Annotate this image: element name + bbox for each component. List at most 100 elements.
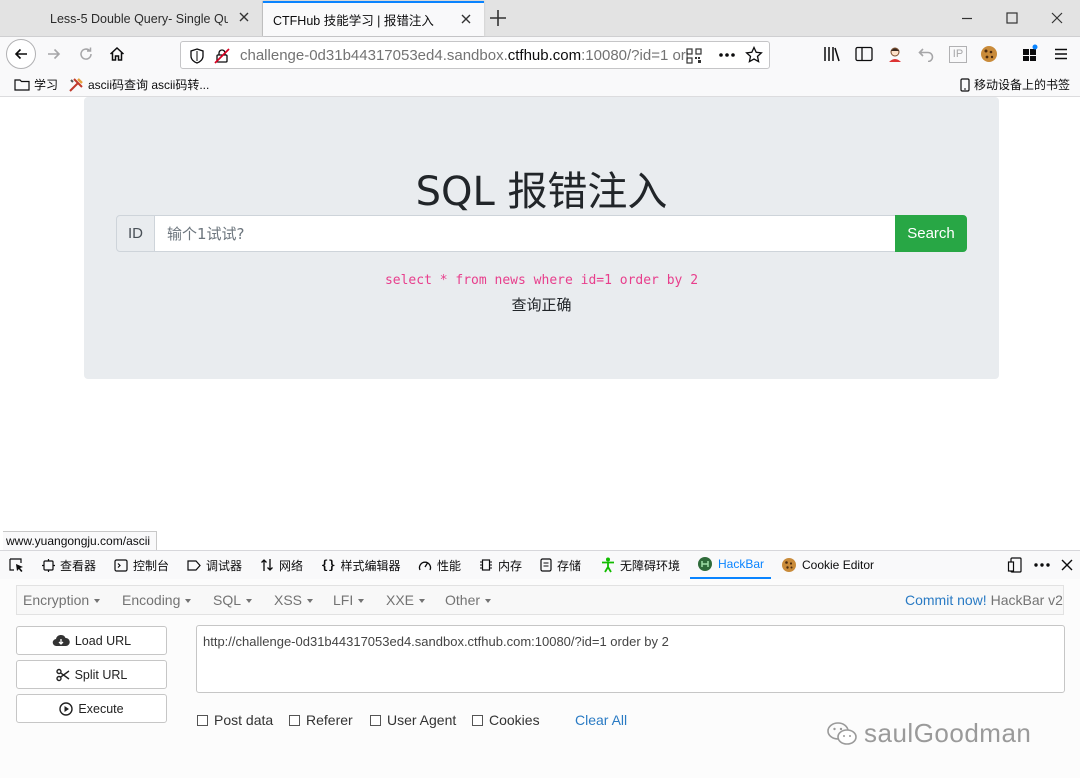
dropdown-caret-icon — [94, 599, 101, 604]
devtools-tab-performance[interactable]: 性能 — [418, 551, 461, 579]
new-tab-plus-icon[interactable] — [487, 7, 509, 29]
avatar-extension-icon[interactable] — [886, 45, 904, 63]
checkbox-label: Post data — [214, 712, 274, 728]
hackbar-menu-xxe[interactable]: XXE — [386, 592, 426, 608]
hackbar-menu-sql[interactable]: SQL — [213, 592, 253, 608]
devtools-tab-label: 样式编辑器 — [340, 558, 401, 573]
user-agent-checkbox[interactable]: User Agent — [370, 712, 456, 728]
forward-button[interactable] — [40, 40, 68, 68]
bookmark-mobile[interactable]: 移动设备上的书签 — [960, 76, 1070, 93]
dropdown-caret-icon — [307, 599, 314, 604]
devtools-tab-label: 无障碍环境 — [620, 558, 681, 573]
bookmark-link-label: ascii码查询 ascii码转... — [88, 78, 210, 92]
dropdown-caret-icon — [246, 599, 253, 604]
qr-code-icon[interactable] — [686, 48, 702, 64]
minimize-icon[interactable] — [958, 9, 976, 27]
devtools-tab-accessibility[interactable]: 无障碍环境 — [601, 551, 680, 579]
bookmark-folder-label: 学习 — [34, 78, 59, 92]
reload-button[interactable] — [72, 40, 100, 68]
home-button[interactable] — [103, 40, 131, 68]
tab-title: CTFHub 技能学习 | 报错注入 — [273, 14, 434, 28]
referer-checkbox[interactable]: Referer — [289, 712, 353, 728]
debugger-icon — [187, 559, 201, 571]
devtools-close-icon[interactable] — [1060, 558, 1074, 572]
hackbar-menu-other[interactable]: Other — [445, 592, 492, 608]
split-url-button[interactable]: Split URL — [16, 660, 167, 689]
checkbox-label: Referer — [306, 712, 353, 728]
checkbox-box[interactable] — [472, 714, 483, 726]
checkbox-box[interactable] — [197, 714, 208, 726]
element-picker-icon[interactable] — [9, 558, 25, 573]
execute-button[interactable]: Execute — [16, 694, 167, 723]
execute-label: Execute — [78, 701, 124, 716]
hackbar-url-textarea[interactable]: http://challenge-0d31b44317053ed4.sandbo… — [196, 625, 1065, 693]
bookmark-ascii-tool[interactable]: ascii码查询 ascii码转... — [68, 76, 209, 93]
load-url-label: Load URL — [74, 633, 132, 648]
devtools-tab-cookie-editor[interactable]: Cookie Editor — [781, 551, 874, 579]
window-close-icon[interactable] — [1048, 9, 1066, 27]
close-tab-icon[interactable] — [458, 11, 474, 27]
library-icon[interactable] — [823, 46, 841, 62]
bookmark-folder-study[interactable]: 学习 — [14, 76, 58, 93]
cookie-icon[interactable] — [980, 45, 998, 63]
cookies-checkbox[interactable]: Cookies — [472, 712, 540, 728]
id-label: ID — [116, 215, 155, 252]
hackbar-menu-lfi[interactable]: LFI — [333, 592, 365, 608]
url-text[interactable]: challenge-0d31b44317053ed4.sandbox.ctfhu… — [240, 47, 688, 64]
hackbar-version-label: HackBar v2 — [990, 592, 1063, 608]
mobile-device-icon — [960, 77, 970, 92]
shield-icon[interactable] — [190, 48, 204, 64]
extensions-icon[interactable] — [1021, 44, 1039, 62]
tab-ctfhub[interactable]: CTFHub 技能学习 | 报错注入 — [263, 1, 484, 36]
cookie-icon — [782, 558, 796, 572]
hackbar-menu-encryption[interactable]: Encryption — [23, 592, 101, 608]
devtools-tab-storage[interactable]: 存储 — [540, 551, 581, 579]
clear-all-link[interactable]: Clear All — [575, 712, 627, 728]
hackbar-menu-bar: Encryption Encoding SQL XSS LFI XXE Othe… — [16, 585, 1064, 615]
sidebar-icon[interactable] — [855, 46, 873, 62]
dropdown-caret-icon — [185, 599, 192, 604]
tab-less5[interactable]: Less-5 Double Query- Single Qu — [40, 1, 263, 36]
dropdown-caret-icon — [419, 599, 426, 604]
devtools-tab-inspector[interactable]: 查看器 — [42, 551, 96, 579]
url-bar[interactable]: challenge-0d31b44317053ed4.sandbox.ctfhu… — [180, 41, 770, 69]
navigation-toolbar: challenge-0d31b44317053ed4.sandbox.ctfhu… — [0, 37, 1080, 72]
post-data-checkbox[interactable]: Post data — [197, 712, 273, 728]
maximize-icon[interactable] — [1003, 9, 1021, 27]
storage-icon — [540, 558, 552, 572]
checkbox-box[interactable] — [370, 714, 381, 726]
split-url-label: Split URL — [74, 667, 128, 682]
devtools-tab-style-editor[interactable]: {} 样式编辑器 — [321, 551, 400, 579]
load-url-button[interactable]: Load URL — [16, 626, 167, 655]
commit-now-link[interactable]: Commit now! — [905, 592, 987, 608]
console-icon — [114, 558, 128, 572]
dock-side-icon[interactable] — [1007, 557, 1023, 573]
devtools-tab-memory[interactable]: 内存 — [479, 551, 522, 579]
page-actions-more-icon[interactable] — [718, 52, 736, 58]
insecure-lock-icon[interactable] — [214, 48, 230, 64]
search-button[interactable]: Search — [895, 215, 967, 252]
id-input[interactable] — [154, 215, 896, 252]
forward-arrow-icon — [48, 48, 61, 60]
reload-icon — [80, 47, 92, 60]
wechat-logo-icon — [827, 721, 857, 745]
hackbar-menu-xss[interactable]: XSS — [274, 592, 314, 608]
devtools-tab-network[interactable]: 网络 — [260, 551, 303, 579]
accessibility-icon — [602, 557, 614, 573]
undo-arrow-icon[interactable] — [918, 46, 934, 62]
checkbox-box[interactable] — [289, 714, 300, 726]
hackbar-menu-encoding[interactable]: Encoding — [122, 592, 192, 608]
devtools-tab-debugger[interactable]: 调试器 — [187, 551, 242, 579]
devtools-tab-console[interactable]: 控制台 — [114, 551, 169, 579]
hamburger-menu-icon[interactable] — [1053, 46, 1069, 62]
mobile-bookmarks-label: 移动设备上的书签 — [974, 78, 1071, 92]
inspector-icon — [42, 558, 55, 572]
hackbar-version-info: Commit now! HackBar v2 — [905, 592, 1063, 608]
close-tab-icon[interactable] — [236, 9, 252, 25]
ip-extension-icon[interactable]: IP — [949, 46, 967, 63]
devtools-more-icon[interactable] — [1033, 562, 1051, 568]
devtools-tab-label: 网络 — [279, 558, 304, 573]
back-button[interactable] — [6, 39, 36, 69]
devtools-tab-hackbar[interactable]: HackBar — [690, 551, 772, 579]
bookmark-star-icon[interactable] — [745, 46, 763, 64]
